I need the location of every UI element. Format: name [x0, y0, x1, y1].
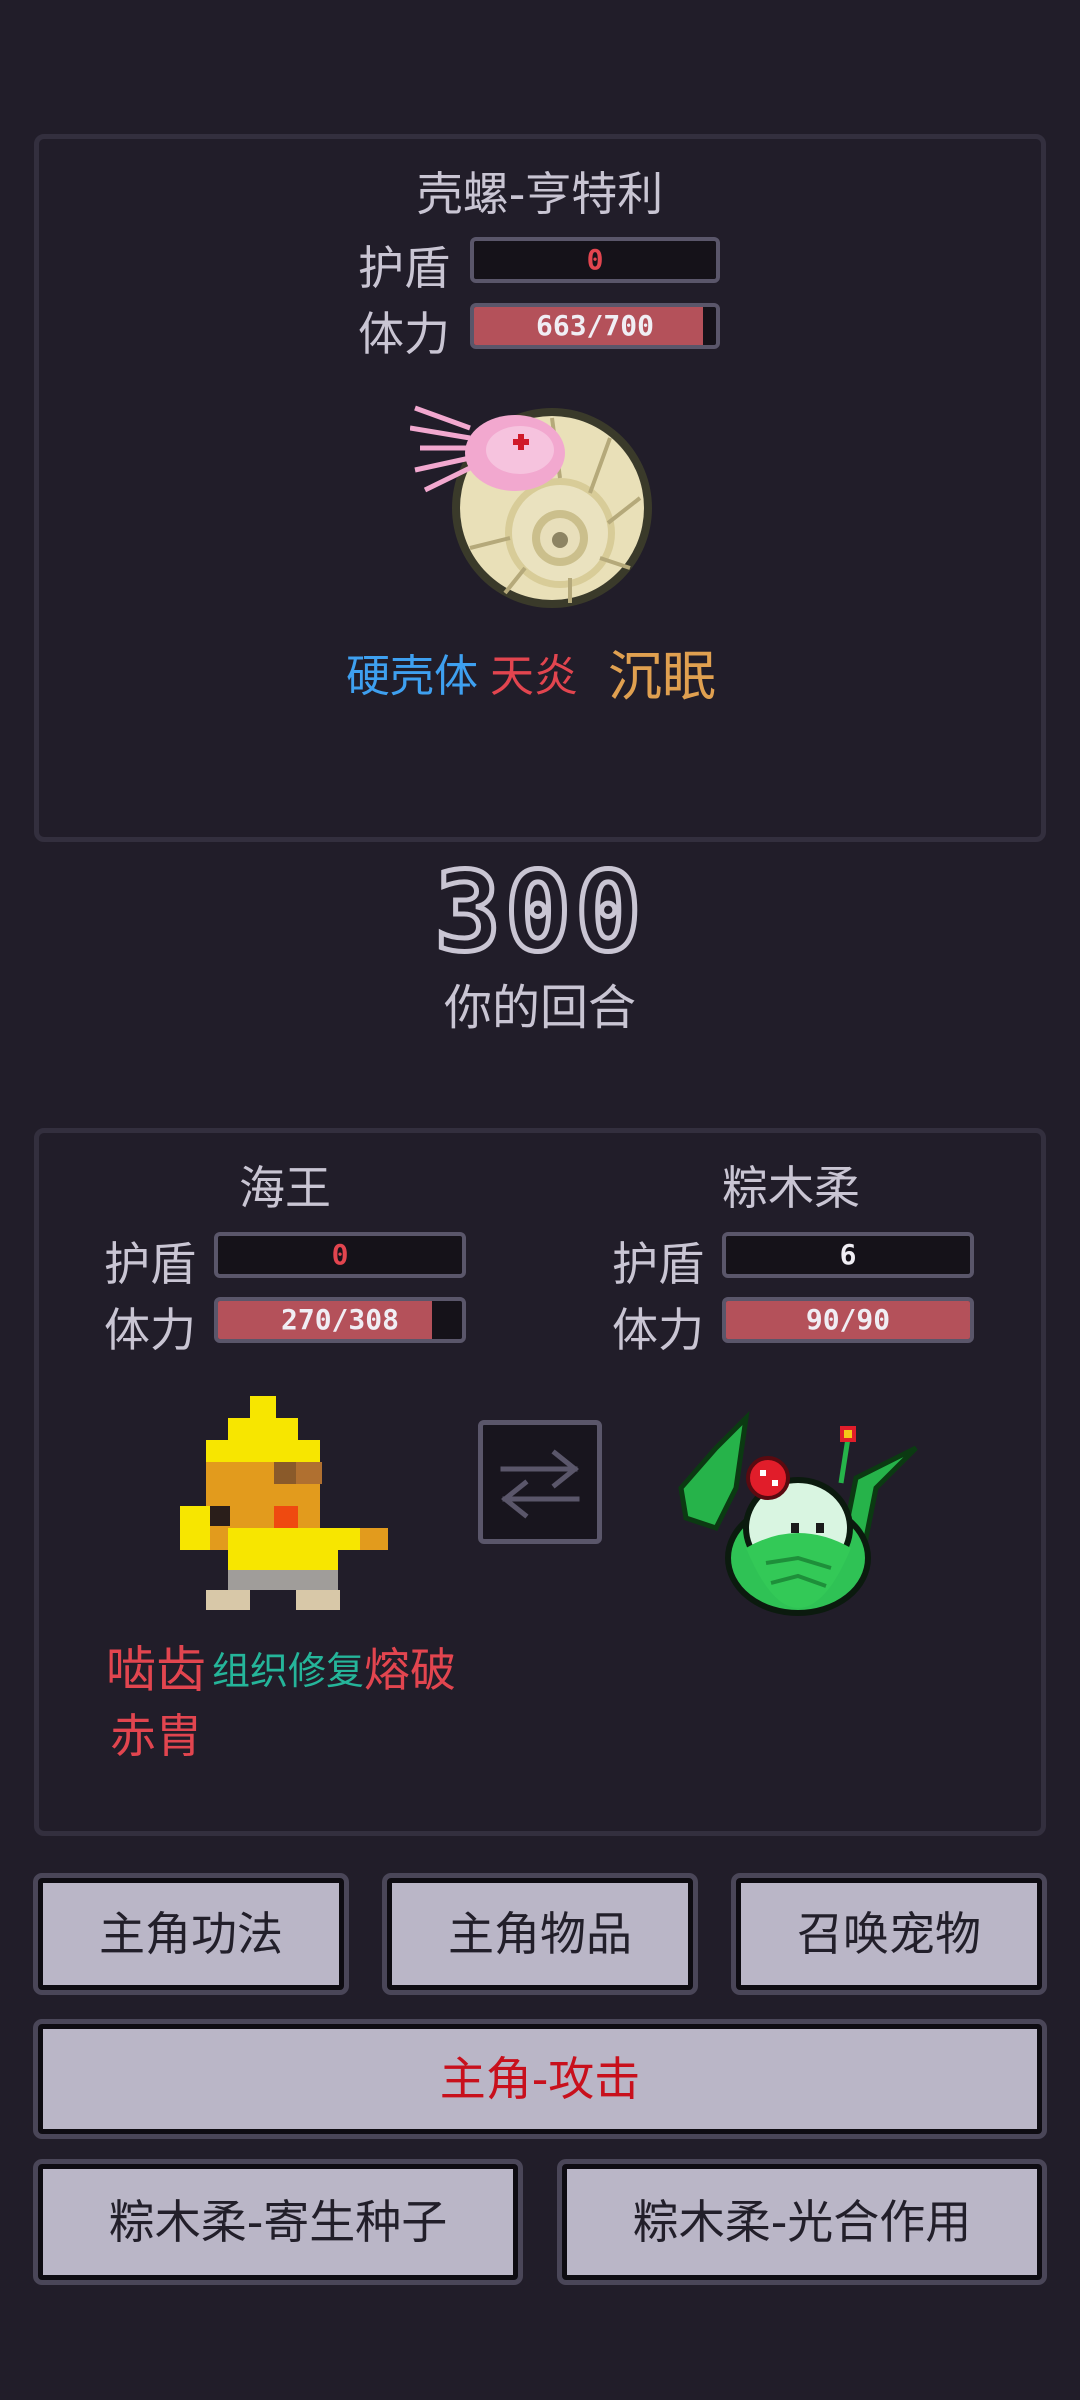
enemy-name: 壳螺-亨特利: [416, 167, 664, 221]
enemy-hp-bar: 663/700: [470, 303, 720, 349]
summon-pet-button[interactable]: 召唤宠物: [731, 1873, 1047, 1995]
party-member-1-trait-red-helm[interactable]: 赤胄: [110, 1700, 202, 1766]
party-member-1-name: 海王: [239, 1161, 331, 1215]
enemy-trait-heaven-flame[interactable]: 天炎: [490, 640, 578, 704]
party-member-1-shield-value: 0: [331, 1238, 349, 1271]
swap-button[interactable]: [478, 1420, 602, 1544]
party-member-2-hp-bar: 90/90: [722, 1297, 974, 1343]
party-member-1-shield-label: 护盾: [104, 1237, 196, 1291]
hero-items-button[interactable]: 主角物品: [382, 1873, 698, 1995]
enemy-trait-dormant[interactable]: 沉眠: [608, 632, 716, 711]
enemy-shield-value: 0: [586, 243, 604, 276]
party-member-2-shield-bar: 6: [722, 1232, 974, 1278]
capybara-sprite[interactable]: [180, 1396, 390, 1610]
enemy-hp-value: 663/700: [535, 309, 654, 342]
party-member-2-name: 粽木柔: [722, 1161, 860, 1215]
enemy-shield-label: 护盾: [358, 241, 450, 295]
party-member-2-shield-value: 6: [839, 1238, 857, 1271]
party-member-1-hp-bar: 270/308: [214, 1297, 466, 1343]
enemy-hp-label: 体力: [358, 307, 450, 361]
party-member-1-hp-value: 270/308: [280, 1303, 399, 1336]
swap-arrows-icon: [500, 1449, 580, 1519]
photosynthesis-button[interactable]: 粽木柔-光合作用: [557, 2159, 1047, 2285]
enemy-trait-hard-shell[interactable]: 硬壳体: [346, 640, 478, 704]
turn-counter: 300: [432, 846, 646, 979]
party-member-1-trait-gnaw[interactable]: 啮齿: [106, 1630, 206, 1702]
party-member-2-hp-label: 体力: [612, 1303, 704, 1357]
hero-skills-button[interactable]: 主角功法: [33, 1873, 349, 1995]
party-member-1-trait-melt-break[interactable]: 熔破: [364, 1634, 456, 1700]
party-member-1-hp-label: 体力: [104, 1303, 196, 1357]
turn-label: 你的回合: [443, 980, 636, 1036]
party-member-2-hp-value: 90/90: [805, 1303, 891, 1336]
plant-sprite[interactable]: [676, 1408, 922, 1618]
party-member-2-shield-label: 护盾: [612, 1237, 704, 1291]
hero-attack-button[interactable]: 主角-攻击: [33, 2019, 1047, 2139]
party-member-1-shield-bar: 0: [214, 1232, 466, 1278]
enemy-shield-bar: 0: [470, 237, 720, 283]
nautilus-sprite[interactable]: [410, 398, 670, 618]
parasitic-seed-button[interactable]: 粽木柔-寄生种子: [33, 2159, 523, 2285]
party-member-1-trait-tissue-repair[interactable]: 组织修复: [212, 1640, 364, 1695]
